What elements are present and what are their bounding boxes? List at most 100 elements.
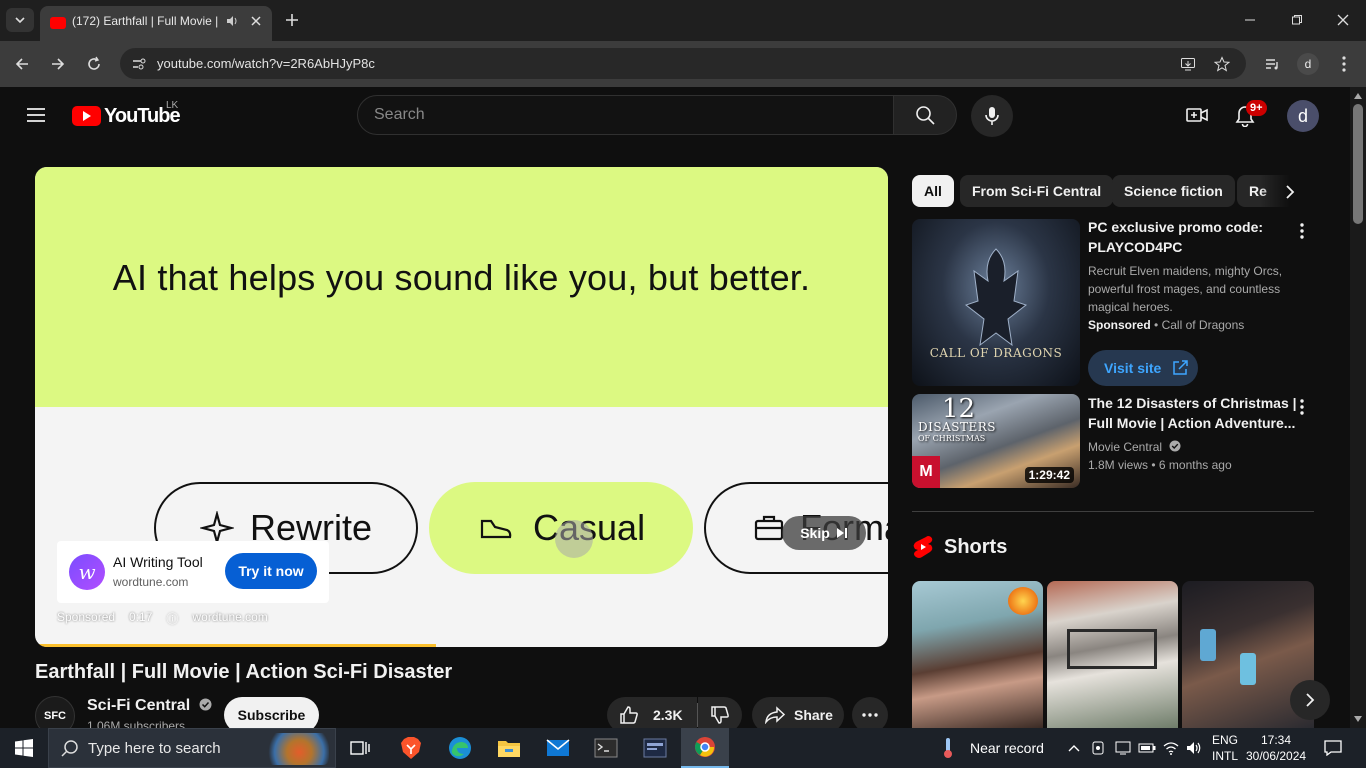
video2-title-line2[interactable]: Full Movie | Action Adventure... (1088, 413, 1295, 433)
chrome-taskbar-button[interactable] (681, 728, 729, 768)
chip-from-channel[interactable]: From Sci-Fi Central (960, 175, 1114, 207)
chip-all[interactable]: All (912, 175, 954, 207)
promo-more-icon[interactable] (1292, 221, 1312, 241)
tab-close-icon[interactable] (248, 13, 264, 29)
promo-description-line2: powerful frost mages, and countless (1088, 282, 1281, 296)
volume-icon[interactable] (1185, 739, 1203, 757)
search-input[interactable] (374, 106, 874, 124)
tray-display-icon[interactable] (1114, 740, 1132, 756)
like-count: 2.3K (653, 707, 683, 723)
video2-more-icon[interactable] (1292, 397, 1312, 417)
chips-next-chevron-icon[interactable] (1278, 180, 1302, 204)
promo-title-line1[interactable]: PC exclusive promo code: (1088, 217, 1263, 237)
omnibox[interactable]: youtube.com/watch?v=2R6AbHJyP8c (120, 48, 1246, 79)
notification-center-icon[interactable] (1322, 738, 1344, 758)
short-thumbnail-2[interactable] (1047, 581, 1178, 728)
task-view-icon[interactable] (348, 736, 372, 760)
edge-browser-icon[interactable] (446, 734, 474, 762)
taskbar-search-box[interactable]: Type here to search (48, 728, 336, 768)
app-window-icon[interactable] (641, 735, 669, 761)
browser-menu-icon[interactable] (1334, 52, 1354, 76)
skip-ad-button[interactable]: Skip (782, 516, 866, 550)
ad-progress-bar[interactable] (35, 644, 436, 647)
clock[interactable]: 17:34 30/06/2024 (1246, 732, 1306, 764)
verified-check-icon (1169, 440, 1181, 452)
youtube-logo[interactable]: YouTube LK (72, 100, 192, 128)
window-close-icon[interactable] (1331, 10, 1355, 30)
try-it-now-button[interactable]: Try it now (225, 553, 317, 589)
promo-description-line1: Recruit Elven maidens, mighty Orcs, (1088, 264, 1283, 278)
separator-dot: • (1151, 458, 1159, 472)
video-player[interactable]: AI that helps you sound like you, but be… (35, 167, 888, 647)
youtube-header: YouTube LK 9+ d (0, 87, 1350, 143)
brave-browser-icon[interactable] (398, 734, 424, 762)
channel-name[interactable]: Sci-Fi Central (87, 697, 212, 715)
create-video-icon[interactable] (1184, 103, 1210, 127)
install-app-icon[interactable] (1178, 54, 1198, 74)
ad-footer-domain[interactable]: wordtune.com (192, 610, 267, 627)
speaker-icon[interactable] (224, 13, 240, 29)
microphone-icon (985, 107, 999, 125)
file-explorer-icon[interactable] (495, 735, 523, 761)
promo-title-line2[interactable]: PLAYCOD4PC (1088, 237, 1182, 257)
show-hidden-icons-chevron[interactable] (1066, 740, 1082, 756)
wifi-icon[interactable] (1162, 739, 1180, 757)
info-icon[interactable]: ⓘ (166, 610, 178, 627)
thumb-text-disasters: DISASTERS (918, 420, 996, 434)
promo-sponsor-line: Sponsored • Call of Dragons (1088, 316, 1244, 334)
tray-app-icon[interactable] (1090, 740, 1106, 756)
language-secondary: INTL (1212, 749, 1239, 763)
profile-avatar[interactable]: d (1297, 53, 1319, 75)
search-icon (916, 106, 935, 125)
voice-search-button[interactable] (971, 95, 1013, 137)
scrollbar-thumb[interactable] (1353, 104, 1363, 224)
wordtune-logo-icon: w (69, 554, 105, 590)
shorts-logo-icon (913, 536, 933, 558)
hamburger-menu-icon[interactable] (24, 103, 48, 127)
video2-views: 1.8M views (1088, 458, 1149, 472)
video2-channel[interactable]: Movie Central (1088, 438, 1181, 456)
search-box[interactable] (357, 95, 894, 135)
shorts-label: Shorts (944, 535, 1008, 558)
scroll-up-arrow-icon[interactable] (1352, 90, 1364, 102)
thumbs-down-icon (711, 706, 729, 724)
phone-shape (1240, 653, 1256, 685)
video-thumbnail[interactable]: 12 DISASTERS OF CHRISTMAS M 1:29:42 (912, 394, 1080, 488)
mail-icon[interactable] (544, 735, 572, 761)
visit-site-button[interactable]: Visit site (1088, 350, 1198, 386)
new-tab-icon[interactable] (282, 10, 302, 30)
skip-next-icon (836, 528, 847, 538)
battery-icon[interactable] (1138, 740, 1156, 756)
bookmark-star-icon[interactable] (1212, 54, 1232, 74)
ad-info-card[interactable]: w AI Writing Tool wordtune.com Try it no… (57, 541, 329, 603)
sponsored-label: Sponsored (57, 610, 116, 624)
shorts-next-button[interactable] (1290, 680, 1330, 720)
url-text: youtube.com/watch?v=2R6AbHJyP8c (157, 56, 375, 71)
video2-title-line1[interactable]: The 12 Disasters of Christmas | (1088, 393, 1297, 413)
terminal-icon[interactable] (592, 735, 620, 761)
promo-description-line3: magical heroes. (1088, 300, 1173, 314)
site-info-icon[interactable] (130, 55, 148, 73)
back-arrow-icon[interactable] (10, 52, 34, 76)
weather-text[interactable]: Near record (970, 740, 1044, 756)
media-controls-icon[interactable] (1260, 52, 1284, 76)
search-button[interactable] (893, 95, 957, 135)
forward-arrow-icon[interactable] (46, 52, 70, 76)
reload-icon[interactable] (82, 52, 106, 76)
scroll-down-arrow-icon[interactable] (1352, 713, 1364, 725)
window-restore-icon[interactable] (1285, 10, 1309, 30)
short-thumbnail-1[interactable] (912, 581, 1043, 728)
windows-start-icon[interactable] (0, 728, 48, 768)
account-avatar[interactable]: d (1287, 100, 1319, 132)
shorts-header: Shorts (912, 535, 1007, 559)
chevron-right-icon (1306, 693, 1315, 707)
tab-search-chevron-icon[interactable] (6, 8, 34, 32)
external-link-icon (1173, 360, 1189, 375)
advertiser-domain: wordtune.com (113, 575, 189, 589)
chip-science-fiction[interactable]: Science fiction (1112, 175, 1235, 207)
section-divider (912, 511, 1314, 512)
language-indicator[interactable]: ENG INTL (1212, 732, 1238, 764)
browser-tab[interactable]: (172) Earthfall | Full Movie | (40, 6, 272, 41)
window-minimize-icon[interactable] (1238, 10, 1262, 30)
promo-thumbnail[interactable]: CALL OF DRAGONS (912, 219, 1080, 386)
